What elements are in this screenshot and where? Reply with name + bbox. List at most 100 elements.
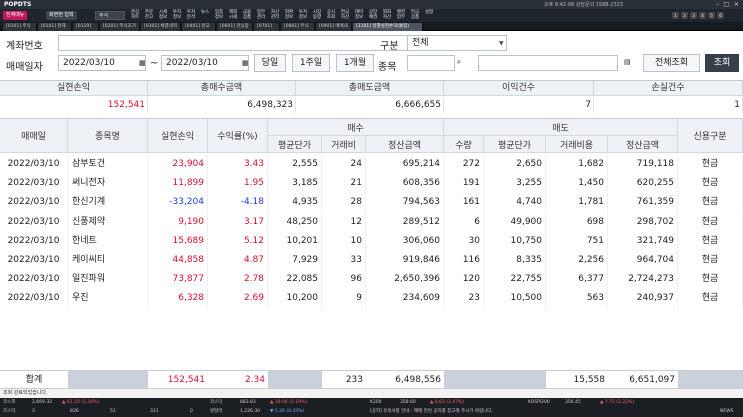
table-cell: 7,929: [268, 251, 322, 270]
window-tab[interactable]: [1101] 일별실현손익(통합): [353, 23, 423, 31]
ticker-item: 51: [110, 409, 116, 414]
table-cell: 49,900: [484, 212, 546, 232]
category-chevron-icon[interactable]: ▼: [499, 40, 504, 47]
window-tab[interactable]: [0119] 차트: [73, 23, 99, 37]
menu-item[interactable]: 업무 관리: [255, 10, 267, 20]
ticker-item[interactable]: [공지] 유의사항 안내 : 매매 관련 공지를 참고해 주시기 바랍니다.: [370, 408, 493, 416]
totals-pnl: 152,541: [167, 375, 205, 385]
table-cell: 2022/03/10: [0, 231, 68, 251]
table-cell: 1,682: [546, 155, 608, 174]
table-cell: -4.18: [208, 193, 268, 213]
window-tab[interactable]: [0601] 관심종목: [217, 23, 253, 37]
menu-item[interactable]: 투자 분석: [185, 10, 197, 20]
page-pill[interactable]: 6: [717, 12, 724, 19]
window-tab[interactable]: [0101] 현재가: [38, 23, 72, 37]
category-select[interactable]: 전체: [407, 35, 507, 51]
page-pill[interactable]: 2: [681, 12, 688, 19]
totals-row: 합계 152,541 2.34 233 6,498,556 15,558 6,651,097: [0, 370, 743, 389]
window-tab[interactable]: [0201] 주식호가: [100, 23, 140, 31]
menu-item[interactable]: 뱅킹 업무: [395, 10, 407, 20]
query-all-button[interactable]: 전체조회: [643, 54, 700, 72]
menu-item[interactable]: 투자 정보: [297, 10, 309, 20]
close-icon[interactable]: ×: [734, 1, 739, 8]
stock-search-icon[interactable]: ▤: [624, 58, 631, 66]
today-button[interactable]: 당일: [254, 54, 286, 72]
menu-item[interactable]: 상장 채권: [367, 10, 379, 20]
table-cell: 5.12: [208, 231, 268, 251]
menu-item[interactable]: 업종 정보: [213, 10, 225, 20]
calendar-icon-2[interactable]: ▦: [242, 59, 249, 67]
page-pill[interactable]: 5: [708, 12, 715, 19]
menu-item[interactable]: 금융 상품: [241, 10, 253, 20]
table-cell: 2022/03/10: [0, 251, 68, 270]
stock-name-input[interactable]: [478, 55, 618, 71]
window-tab[interactable]: [0401] 잔고현황: [182, 23, 216, 37]
date-from-input[interactable]: 2022/03/10: [58, 55, 146, 71]
table-cell: 10,750: [484, 231, 546, 251]
table-cell: 2022/03/10: [0, 289, 68, 309]
title-bar: POPDTS 오후 8:42:08 상담문의 1588-2323 – □ ×: [0, 0, 743, 9]
menu-item[interactable]: 테마 정보: [353, 10, 365, 20]
menu-item[interactable]: 연금 상품: [409, 10, 421, 20]
window-tab[interactable]: [0801] 주식주문: [281, 23, 315, 37]
table-cell: 15,689: [148, 231, 208, 251]
summary-header: 손실건수: [594, 81, 743, 96]
search-icon[interactable]: ⌕: [457, 58, 461, 67]
minimize-icon[interactable]: –: [716, 1, 719, 8]
all-menu-button[interactable]: 전체메뉴: [3, 11, 28, 20]
table-cell: 2022/03/10: [0, 270, 68, 290]
menu-item[interactable]: 주문 잔고: [143, 10, 155, 20]
table-cell: 10,500: [484, 289, 546, 309]
table-cell: 2.78: [208, 270, 268, 290]
one-week-button[interactable]: 1주일: [292, 54, 330, 72]
stock-code-input[interactable]: [407, 55, 455, 71]
menu-item[interactable]: 외환 정보: [283, 10, 295, 20]
ticker-item: 358.60: [400, 400, 416, 405]
menu-item[interactable]: 연금 자산: [339, 10, 351, 20]
menu-item[interactable]: 시장 동향: [311, 10, 323, 20]
table-cell: 2,650: [484, 155, 546, 174]
summary-value: 7: [444, 97, 594, 113]
table-cell: 620,255: [608, 174, 678, 194]
ticker-item[interactable]: NEWS: [720, 408, 734, 416]
totals-label: 합계: [25, 375, 43, 385]
totals-sell-fee: 15,558: [573, 375, 606, 385]
table-cell: 현금: [678, 251, 743, 270]
calendar-icon[interactable]: ▦: [139, 59, 146, 67]
table-cell: 2,724,273: [608, 270, 678, 290]
table-cell: 73,877: [148, 270, 208, 290]
query-button[interactable]: 조회: [705, 54, 739, 72]
page-pill[interactable]: 1: [672, 12, 679, 19]
table-cell: 6,377: [546, 270, 608, 290]
table-cell: 794,563: [366, 193, 444, 213]
maximize-icon[interactable]: □: [723, 1, 729, 8]
table-cell: 2022/03/10: [0, 174, 68, 194]
table-cell: 30: [444, 231, 484, 251]
window-tab[interactable]: [0301] 체결내역: [141, 23, 181, 31]
menu-item[interactable]: 투자 정보: [171, 10, 183, 20]
menu-item[interactable]: 해외 시세: [227, 10, 239, 20]
menu-item[interactable]: 뉴스: [199, 10, 211, 15]
table-cell: 44,858: [148, 251, 208, 270]
window-tab[interactable]: [0101] 주식종합: [3, 23, 37, 37]
screen-number-input[interactable]: 화면번 입력: [46, 11, 77, 20]
page-pill[interactable]: 3: [690, 12, 697, 19]
window-tab[interactable]: [0701] 주문: [254, 23, 280, 37]
menu-item[interactable]: 시세 정보: [157, 10, 169, 20]
menu-item[interactable]: 공시 조회: [325, 10, 337, 20]
ticker-item: ▲ 18.94 (2.19%): [270, 400, 308, 405]
summary-header: 이익건수: [444, 81, 594, 96]
menu-item[interactable]: 외화 자산: [381, 10, 393, 20]
menu-item[interactable]: 자산 관리: [269, 10, 281, 20]
date-to-input[interactable]: 2022/03/10: [161, 55, 249, 71]
header-date: 매매일: [0, 119, 68, 153]
menu-item[interactable]: 관심 차트: [129, 10, 141, 20]
one-month-button[interactable]: 1개월: [336, 54, 374, 72]
market-combo[interactable]: 주식: [95, 11, 125, 20]
page-pill[interactable]: 4: [699, 12, 706, 19]
table-cell: 현금: [678, 212, 743, 232]
window-tab[interactable]: [0901] 매매내역: [316, 23, 352, 37]
menu-item[interactable]: 설정: [423, 10, 435, 15]
table-cell: 현금: [678, 193, 743, 213]
table-cell: 3,185: [268, 174, 322, 194]
